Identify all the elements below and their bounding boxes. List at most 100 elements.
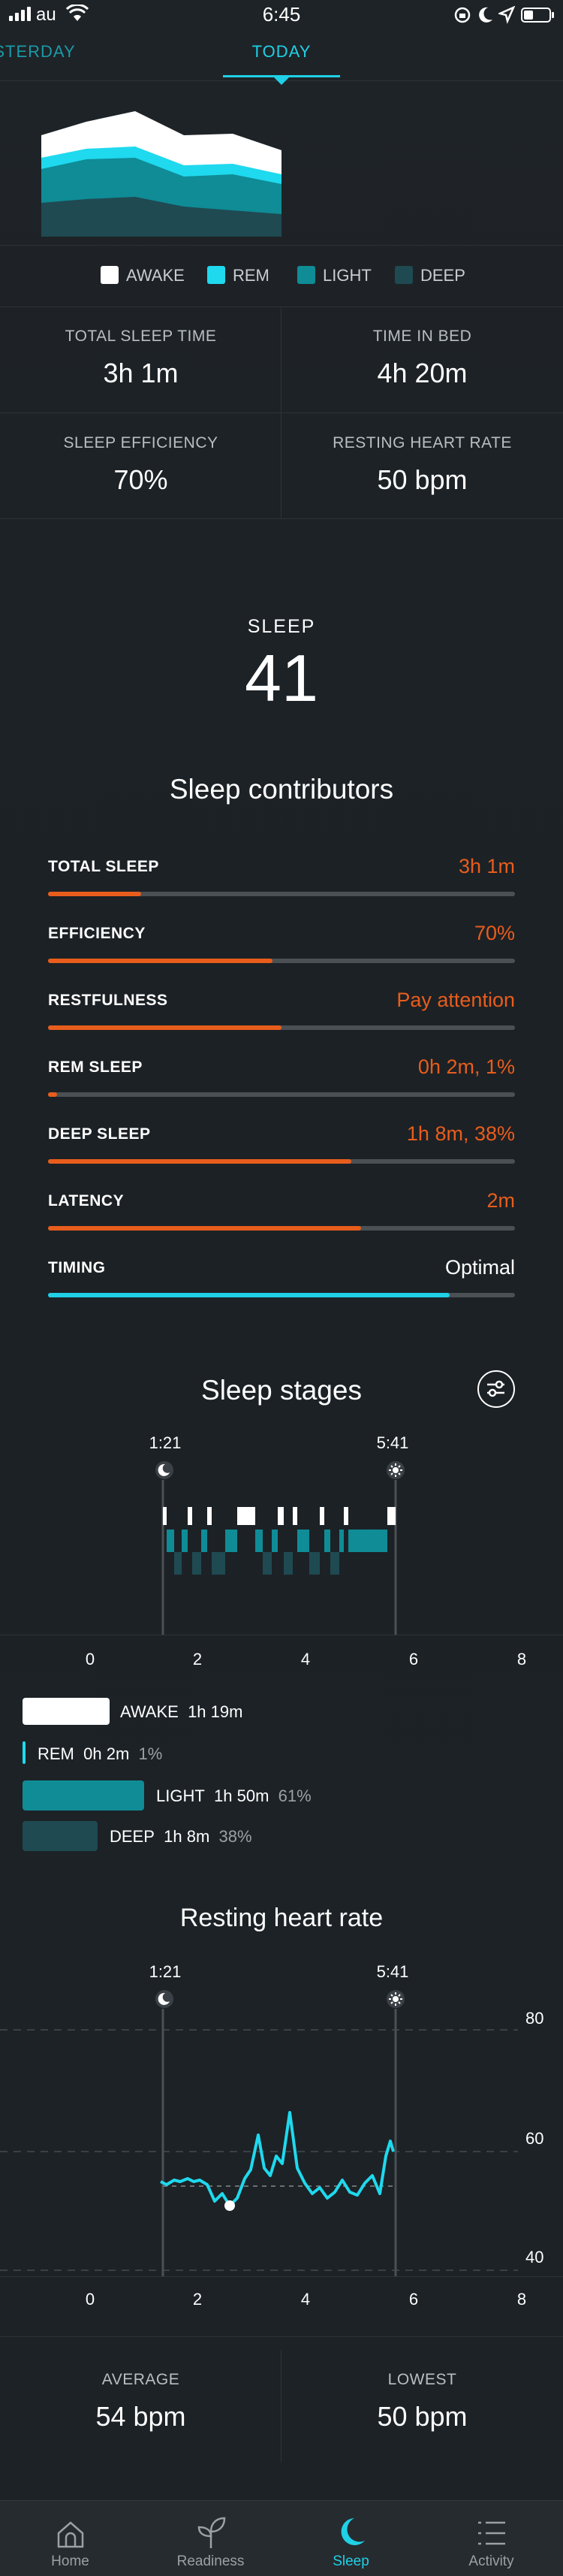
contributor-value: 0h 2m, 1% xyxy=(417,1055,515,1078)
stage-block-awake xyxy=(320,1507,324,1525)
sleep-efficiency-value: 70% xyxy=(113,464,168,495)
contributor-fill xyxy=(48,1025,282,1030)
wake-sun-icon xyxy=(387,1461,405,1479)
stage-legend-rem: REM 0h 2m 1% xyxy=(38,1744,163,1763)
stage-block-deep xyxy=(212,1552,225,1575)
hr-end-time: 5:41 xyxy=(376,1962,409,1981)
contributor-label: TIMING xyxy=(48,1259,106,1276)
contributor-fill xyxy=(48,892,142,896)
resting-heart-rate-label: RESTING HEART RATE xyxy=(333,434,512,451)
sliders-icon xyxy=(487,1380,504,1397)
stage-block-deep xyxy=(192,1552,201,1575)
stage-bar-deep xyxy=(23,1821,98,1851)
legend-rem: REM xyxy=(233,266,269,285)
nav-readiness[interactable]: Readiness xyxy=(140,2502,281,2576)
stage-block-deep xyxy=(174,1552,182,1575)
nav-home[interactable]: Home xyxy=(0,2502,140,2576)
stage-block-light xyxy=(255,1530,263,1552)
hr-average-label: AVERAGE xyxy=(101,2371,180,2388)
contributor-fill xyxy=(48,959,272,963)
heart-rate-chart xyxy=(0,2009,518,2276)
total-sleep-time-label: TOTAL SLEEP TIME xyxy=(65,328,217,345)
total-sleep-time-value: 3h 1m xyxy=(103,358,179,388)
hypnogram-chart xyxy=(161,1480,397,1635)
stages-end-time: 5:41 xyxy=(376,1433,409,1452)
contributor-label: REM SLEEP xyxy=(48,1058,143,1076)
stage-block-light xyxy=(297,1530,309,1552)
stage-legend-deep: DEEP 1h 8m 38% xyxy=(110,1827,252,1846)
hr-y-tick-60: 60 xyxy=(525,2129,544,2148)
legend-light: LIGHT xyxy=(323,266,372,285)
hr-lowest-point xyxy=(224,2200,235,2211)
sleep-score-label: SLEEP xyxy=(247,616,316,637)
nav-activity[interactable]: Activity xyxy=(421,2502,561,2576)
status-bar: au 6:45 xyxy=(0,0,563,33)
sleep-efficiency-label: SLEEP EFFICIENCY xyxy=(63,434,218,451)
stage-block-deep xyxy=(263,1552,272,1575)
hr-start-time: 1:21 xyxy=(149,1962,182,1981)
stage-legend-awake: AWAKE 1h 19m xyxy=(120,1702,243,1721)
contributor-track xyxy=(48,1293,515,1297)
tab-yesterday[interactable]: YESTERDAY xyxy=(0,42,76,62)
location-icon xyxy=(498,6,515,24)
contributor-label: EFFICIENCY xyxy=(48,925,146,942)
stage-block-awake xyxy=(278,1507,284,1525)
hr-line xyxy=(160,2111,395,2207)
stage-block-light xyxy=(348,1530,387,1552)
stage-legend: AWAKE REM LIGHT DEEP xyxy=(0,261,563,291)
nav-readiness-label: Readiness xyxy=(176,2553,245,2569)
contributor-value: 1h 8m, 38% xyxy=(406,1122,515,1145)
stage-block-light xyxy=(324,1530,330,1552)
sprout-icon xyxy=(197,2517,226,2548)
nav-sleep-label: Sleep xyxy=(333,2553,369,2569)
stage-block-light xyxy=(182,1530,188,1552)
x-tick: 8 xyxy=(516,2290,527,2309)
sleep-area-chart xyxy=(41,111,282,237)
heart-rate-title: Resting heart rate xyxy=(179,1904,384,1932)
legend-swatch-deep xyxy=(395,266,413,284)
contributor-value: 70% xyxy=(474,922,515,944)
x-tick: 4 xyxy=(300,1650,311,1669)
legend-deep: DEEP xyxy=(420,266,465,285)
stage-block-awake xyxy=(387,1507,396,1525)
home-icon xyxy=(57,2521,84,2548)
stage-bar-awake xyxy=(23,1698,110,1725)
contributor-fill xyxy=(48,1226,361,1231)
stage-block-deep xyxy=(330,1552,339,1575)
legend-swatch-light xyxy=(297,266,315,284)
stage-bar-light xyxy=(23,1780,144,1810)
activity-list-icon xyxy=(478,2521,505,2545)
stage-block-awake xyxy=(163,1507,167,1525)
day-tabs: YESTERDAY TODAY xyxy=(0,33,563,85)
battery-tip xyxy=(552,12,554,18)
resting-heart-rate-value: 50 bpm xyxy=(377,464,468,495)
hr-average-value: 54 bpm xyxy=(95,2401,186,2432)
hr-y-tick-40: 40 xyxy=(525,2248,544,2266)
x-tick: 8 xyxy=(516,1650,527,1669)
filter-button[interactable] xyxy=(477,1370,515,1408)
contributors-title: Sleep contributors xyxy=(169,774,394,805)
tab-today[interactable]: TODAY xyxy=(223,42,340,62)
x-tick: 0 xyxy=(85,2290,95,2309)
contributor-label: DEEP SLEEP xyxy=(48,1125,151,1143)
contributor-track xyxy=(48,1159,515,1164)
stage-block-light xyxy=(339,1530,344,1552)
stage-block-light xyxy=(201,1530,207,1552)
legend-swatch-rem xyxy=(207,266,225,284)
stages-start-time: 1:21 xyxy=(149,1433,182,1452)
nav-sleep[interactable]: Sleep xyxy=(281,2502,421,2576)
time-in-bed-label: TIME IN BED xyxy=(372,328,472,345)
contributor-track xyxy=(48,1226,515,1231)
tab-pointer xyxy=(274,77,289,85)
contributor-value: 3h 1m xyxy=(458,855,515,877)
stage-block-awake xyxy=(344,1507,348,1525)
nav-activity-label: Activity xyxy=(468,2553,514,2569)
hr-y-tick-80: 80 xyxy=(525,2009,544,2028)
hr-bedtime-moon-icon xyxy=(155,1990,173,2008)
sleep-score-value: 41 xyxy=(245,641,318,715)
hr-lowest-value: 50 bpm xyxy=(377,2401,468,2432)
contributor-track xyxy=(48,1025,515,1030)
hr-lowest-label: LOWEST xyxy=(387,2371,457,2388)
stage-block-awake xyxy=(293,1507,297,1525)
stage-block-awake xyxy=(237,1507,255,1525)
